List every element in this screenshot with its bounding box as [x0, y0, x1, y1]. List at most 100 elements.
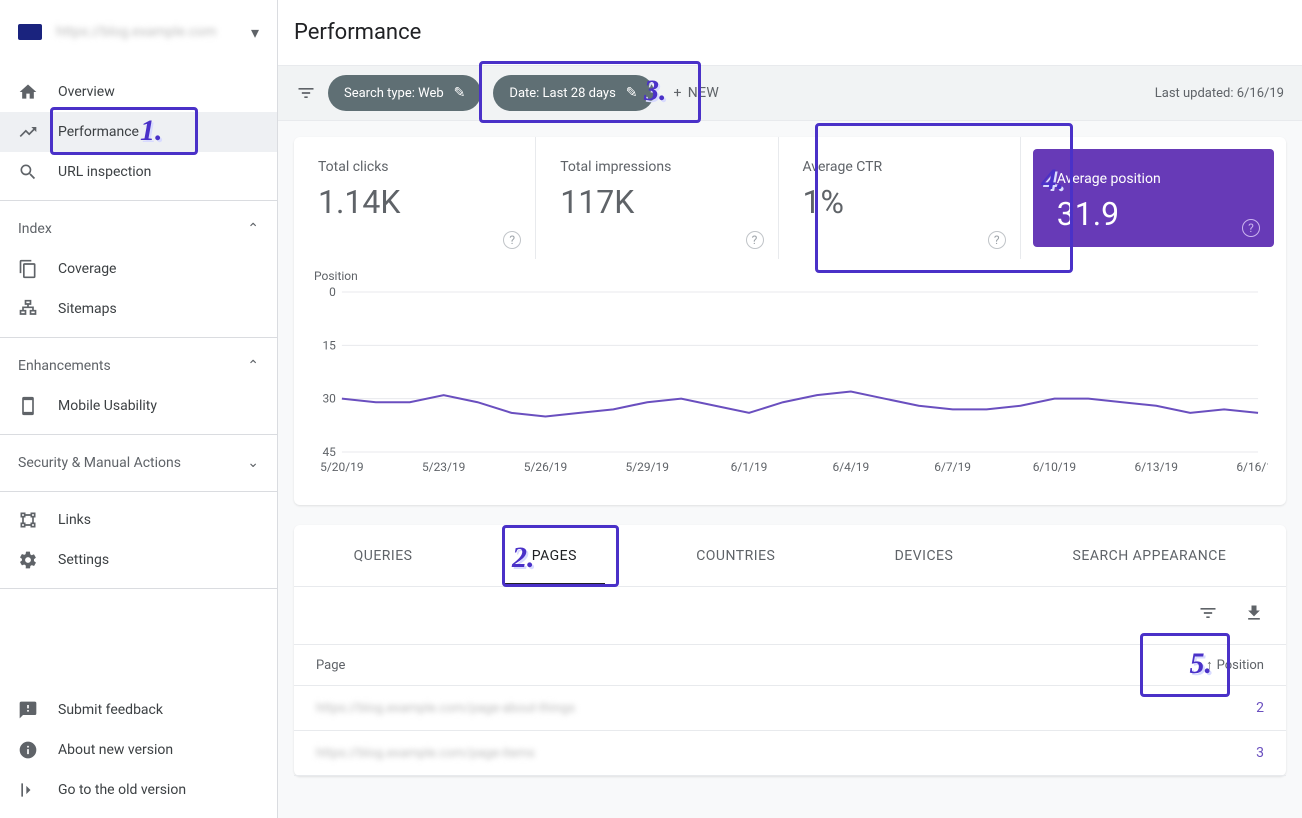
sidebar: https://blog.example.com ▾ Overview Perf… [0, 0, 278, 818]
sidebar-item-about-new-version[interactable]: About new version [0, 730, 277, 770]
feedback-icon [18, 700, 38, 720]
svg-text:5/26/19: 5/26/19 [524, 460, 567, 474]
position-chart: Position 0 15 30 455/20/19 5/23/19 5/26/19 5/2… [294, 259, 1286, 505]
tab-search-appearance[interactable]: Search Appearance [1045, 525, 1255, 586]
trending-icon [18, 122, 38, 142]
copy-icon [18, 259, 38, 279]
tab-queries[interactable]: Queries [326, 525, 441, 586]
table-header: Page ↑ Position 5. [294, 644, 1286, 686]
sidebar-item-submit-feedback[interactable]: Submit feedback [0, 690, 277, 730]
chevron-up-icon: ⌃ [247, 221, 259, 237]
tab-countries[interactable]: Countries [668, 525, 803, 586]
plus-icon: + [674, 85, 682, 101]
sidebar-item-performance[interactable]: Performance 1. [0, 112, 277, 152]
sidebar-item-label: Submit feedback [58, 702, 163, 718]
pencil-icon: ✎ [454, 85, 466, 101]
sidebar-heading-enhancements[interactable]: Enhancements ⌃ [0, 346, 277, 386]
sidebar-item-label: Links [58, 512, 91, 528]
sidebar-item-coverage[interactable]: Coverage [0, 249, 277, 289]
cell-position: 3 [1256, 745, 1264, 761]
chart-y-label: Position [312, 269, 1268, 283]
svg-text:5/29/19: 5/29/19 [626, 460, 669, 474]
share-icon [18, 510, 38, 530]
main-content: Performance Search type: Web ✎ Date: Las… [278, 0, 1302, 818]
cell-page: https://blog.example.com/page-items [316, 746, 1256, 761]
svg-text:6/16/19: 6/16/19 [1236, 460, 1268, 474]
download-icon[interactable] [1244, 603, 1264, 628]
help-icon[interactable]: ? [503, 231, 521, 249]
help-icon[interactable]: ? [746, 231, 764, 249]
site-name: https://blog.example.com [56, 24, 251, 40]
sidebar-item-old-version[interactable]: Go to the old version [0, 770, 277, 810]
sidebar-item-settings[interactable]: Settings [0, 540, 277, 580]
column-position-header[interactable]: ↑ Position [1206, 657, 1264, 673]
svg-text:6/1/19: 6/1/19 [731, 460, 768, 474]
metric-average-position[interactable]: Average position 31.9 ? [1033, 149, 1274, 247]
sitemap-icon [18, 299, 38, 319]
sidebar-item-label: Overview [58, 84, 115, 100]
sidebar-heading-index[interactable]: Index ⌃ [0, 209, 277, 249]
chevron-down-icon: ⌄ [247, 455, 259, 471]
sidebar-item-mobile-usability[interactable]: Mobile Usability [0, 386, 277, 426]
svg-text:6/7/19: 6/7/19 [934, 460, 971, 474]
cell-page: https://blog.example.com/page-about-thin… [316, 701, 1256, 716]
add-filter-button[interactable]: + New [674, 85, 720, 101]
filter-bar: Search type: Web ✎ Date: Last 28 days ✎ … [278, 65, 1302, 121]
site-logo [18, 24, 42, 40]
column-page-header: Page [316, 658, 1206, 673]
search-icon [18, 162, 38, 182]
filter-icon[interactable] [296, 83, 316, 103]
sidebar-item-overview[interactable]: Overview [0, 72, 277, 112]
tab-devices[interactable]: Devices [867, 525, 982, 586]
info-icon [18, 740, 38, 760]
exit-icon [18, 780, 38, 800]
metrics-card: Total clicks 1.14K ? Total impressions 1… [294, 137, 1286, 505]
tab-pages[interactable]: Pages [504, 525, 605, 586]
arrow-up-icon: ↑ [1206, 657, 1213, 673]
sidebar-item-label: Performance [58, 124, 139, 140]
sidebar-item-label: Coverage [58, 261, 116, 277]
search-type-chip[interactable]: Search type: Web ✎ [328, 75, 481, 111]
sidebar-item-url-inspection[interactable]: URL inspection [0, 152, 277, 192]
last-updated-text: Last updated: 6/16/19 [1155, 86, 1284, 101]
chevron-down-icon: ▾ [251, 23, 259, 42]
metric-total-clicks[interactable]: Total clicks 1.14K ? [294, 137, 536, 259]
pencil-icon: ✎ [626, 85, 638, 101]
sidebar-item-links[interactable]: Links [0, 500, 277, 540]
gear-icon [18, 550, 38, 570]
annotation-number-1: 1. [140, 114, 163, 148]
svg-text:15: 15 [322, 338, 336, 352]
home-icon [18, 82, 38, 102]
cell-position: 2 [1256, 700, 1264, 716]
svg-text:45: 45 [322, 445, 336, 459]
smartphone-icon [18, 396, 38, 416]
metric-total-impressions[interactable]: Total impressions 117K ? [536, 137, 778, 259]
help-icon[interactable]: ? [1242, 219, 1260, 237]
help-icon[interactable]: ? [988, 231, 1006, 249]
sidebar-item-label: Settings [58, 552, 109, 568]
sidebar-item-label: Go to the old version [58, 782, 186, 798]
sidebar-heading-security[interactable]: Security & Manual Actions ⌄ [0, 443, 277, 483]
svg-text:6/10/19: 6/10/19 [1033, 460, 1076, 474]
svg-text:5/23/19: 5/23/19 [422, 460, 465, 474]
sidebar-item-label: Mobile Usability [58, 398, 157, 414]
filter-icon[interactable] [1198, 603, 1218, 628]
svg-text:30: 30 [322, 392, 336, 406]
svg-text:6/4/19: 6/4/19 [832, 460, 869, 474]
chevron-up-icon: ⌃ [247, 358, 259, 374]
table-row[interactable]: https://blog.example.com/page-items 3 [294, 731, 1286, 776]
sidebar-item-label: URL inspection [58, 164, 151, 180]
sidebar-item-sitemaps[interactable]: Sitemaps [0, 289, 277, 329]
sidebar-item-label: About new version [58, 742, 173, 758]
svg-text:6/13/19: 6/13/19 [1135, 460, 1178, 474]
tabs-row: Queries Pages Countries Devices Search A… [294, 525, 1286, 587]
date-range-chip[interactable]: Date: Last 28 days ✎ [493, 75, 653, 111]
page-title: Performance [278, 0, 1302, 65]
svg-text:0: 0 [329, 287, 336, 299]
chart-svg: 0 15 30 455/20/19 5/23/19 5/26/19 5/29/19 6/1/1… [312, 287, 1268, 477]
tabs-card: Queries Pages Countries Devices Search A… [294, 525, 1286, 776]
svg-text:5/20/19: 5/20/19 [320, 460, 363, 474]
metric-average-ctr[interactable]: Average CTR 1% ? [779, 137, 1021, 259]
site-selector[interactable]: https://blog.example.com ▾ [0, 0, 277, 64]
table-row[interactable]: https://blog.example.com/page-about-thin… [294, 686, 1286, 731]
